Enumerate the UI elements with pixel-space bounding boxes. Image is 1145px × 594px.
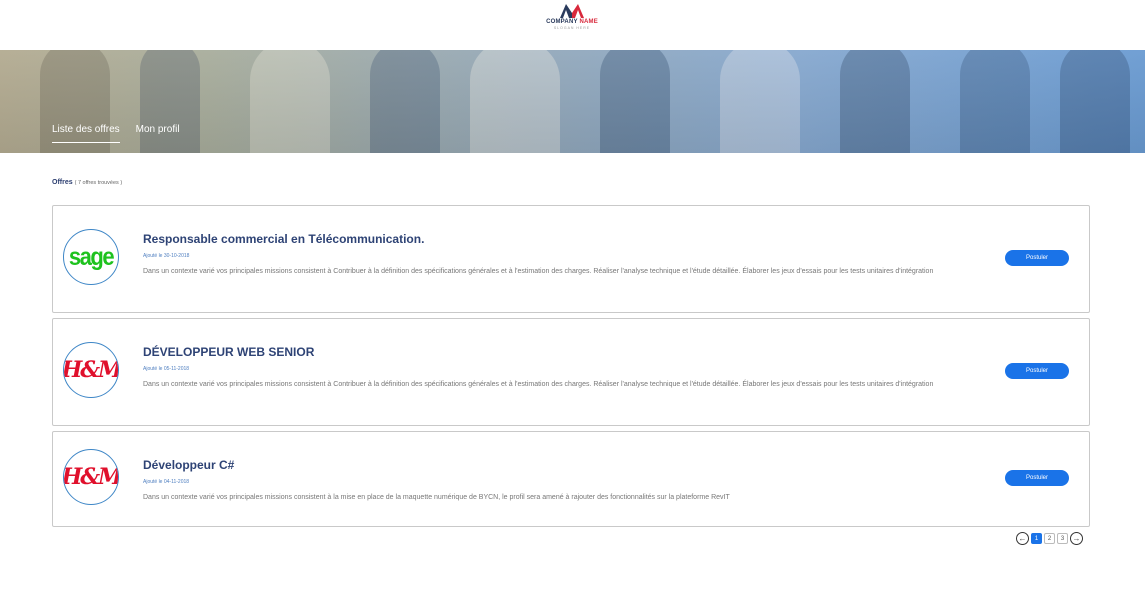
results-header: Offres ( 7 offres trouvées ) <box>52 179 122 186</box>
job-card[interactable]: H&M DÉVELOPPEUR WEB SENIOR Ajouté le 05-… <box>52 318 1090 426</box>
company-logo-hm: H&M <box>63 449 119 505</box>
nav-item-profil[interactable]: Mon profil <box>136 124 180 143</box>
apply-button[interactable]: Postuler <box>1005 470 1069 486</box>
main-nav: Liste des offres Mon profil <box>52 124 180 143</box>
page-1-button[interactable]: 1 <box>1031 533 1042 544</box>
arrow-right-icon[interactable]: → <box>1070 532 1083 545</box>
company-slogan: SLOGAN HERE <box>553 26 591 30</box>
hm-logo-text: H&M <box>63 357 119 383</box>
company-logo-sage: sage <box>63 229 119 285</box>
job-date: Ajouté le 04-11-2018 <box>143 479 190 485</box>
apply-button[interactable]: Postuler <box>1005 363 1069 379</box>
page-2-button[interactable]: 2 <box>1044 533 1055 544</box>
results-count: ( 7 offres trouvées ) <box>74 180 123 186</box>
job-card[interactable]: sage Responsable commercial en Télécommu… <box>52 205 1090 313</box>
apply-button[interactable]: Postuler <box>1005 250 1069 266</box>
m-logo-icon <box>560 4 584 18</box>
pagination: ← 1 2 3 → <box>1016 532 1083 545</box>
job-title[interactable]: Responsable commercial en Télécommunicat… <box>143 232 424 246</box>
job-card[interactable]: H&M Développeur C# Ajouté le 04-11-2018 … <box>52 431 1090 527</box>
top-bar: COMPANY NAME SLOGAN HERE <box>0 0 1145 50</box>
job-description: Dans un contexte varié vos principales m… <box>143 268 934 275</box>
nav-item-offres[interactable]: Liste des offres <box>52 124 120 143</box>
job-description: Dans un contexte varié vos principales m… <box>143 381 934 388</box>
hm-logo-text: H&M <box>63 464 119 490</box>
company-logo[interactable]: COMPANY NAME SLOGAN HERE <box>546 4 598 44</box>
job-title[interactable]: DÉVELOPPEUR WEB SENIOR <box>143 345 314 359</box>
job-date: Ajouté le 05-11-2018 <box>143 366 190 372</box>
results-label: Offres <box>52 179 73 186</box>
job-description: Dans un contexte varié vos principales m… <box>143 494 730 501</box>
page-3-button[interactable]: 3 <box>1057 533 1068 544</box>
job-title[interactable]: Développeur C# <box>143 458 234 472</box>
job-date: Ajouté le 30-10-2018 <box>143 253 190 259</box>
sage-logo-text: sage <box>68 242 115 271</box>
company-logo-hm: H&M <box>63 342 119 398</box>
company-name: COMPANY NAME <box>546 19 598 25</box>
arrow-left-icon[interactable]: ← <box>1016 532 1029 545</box>
